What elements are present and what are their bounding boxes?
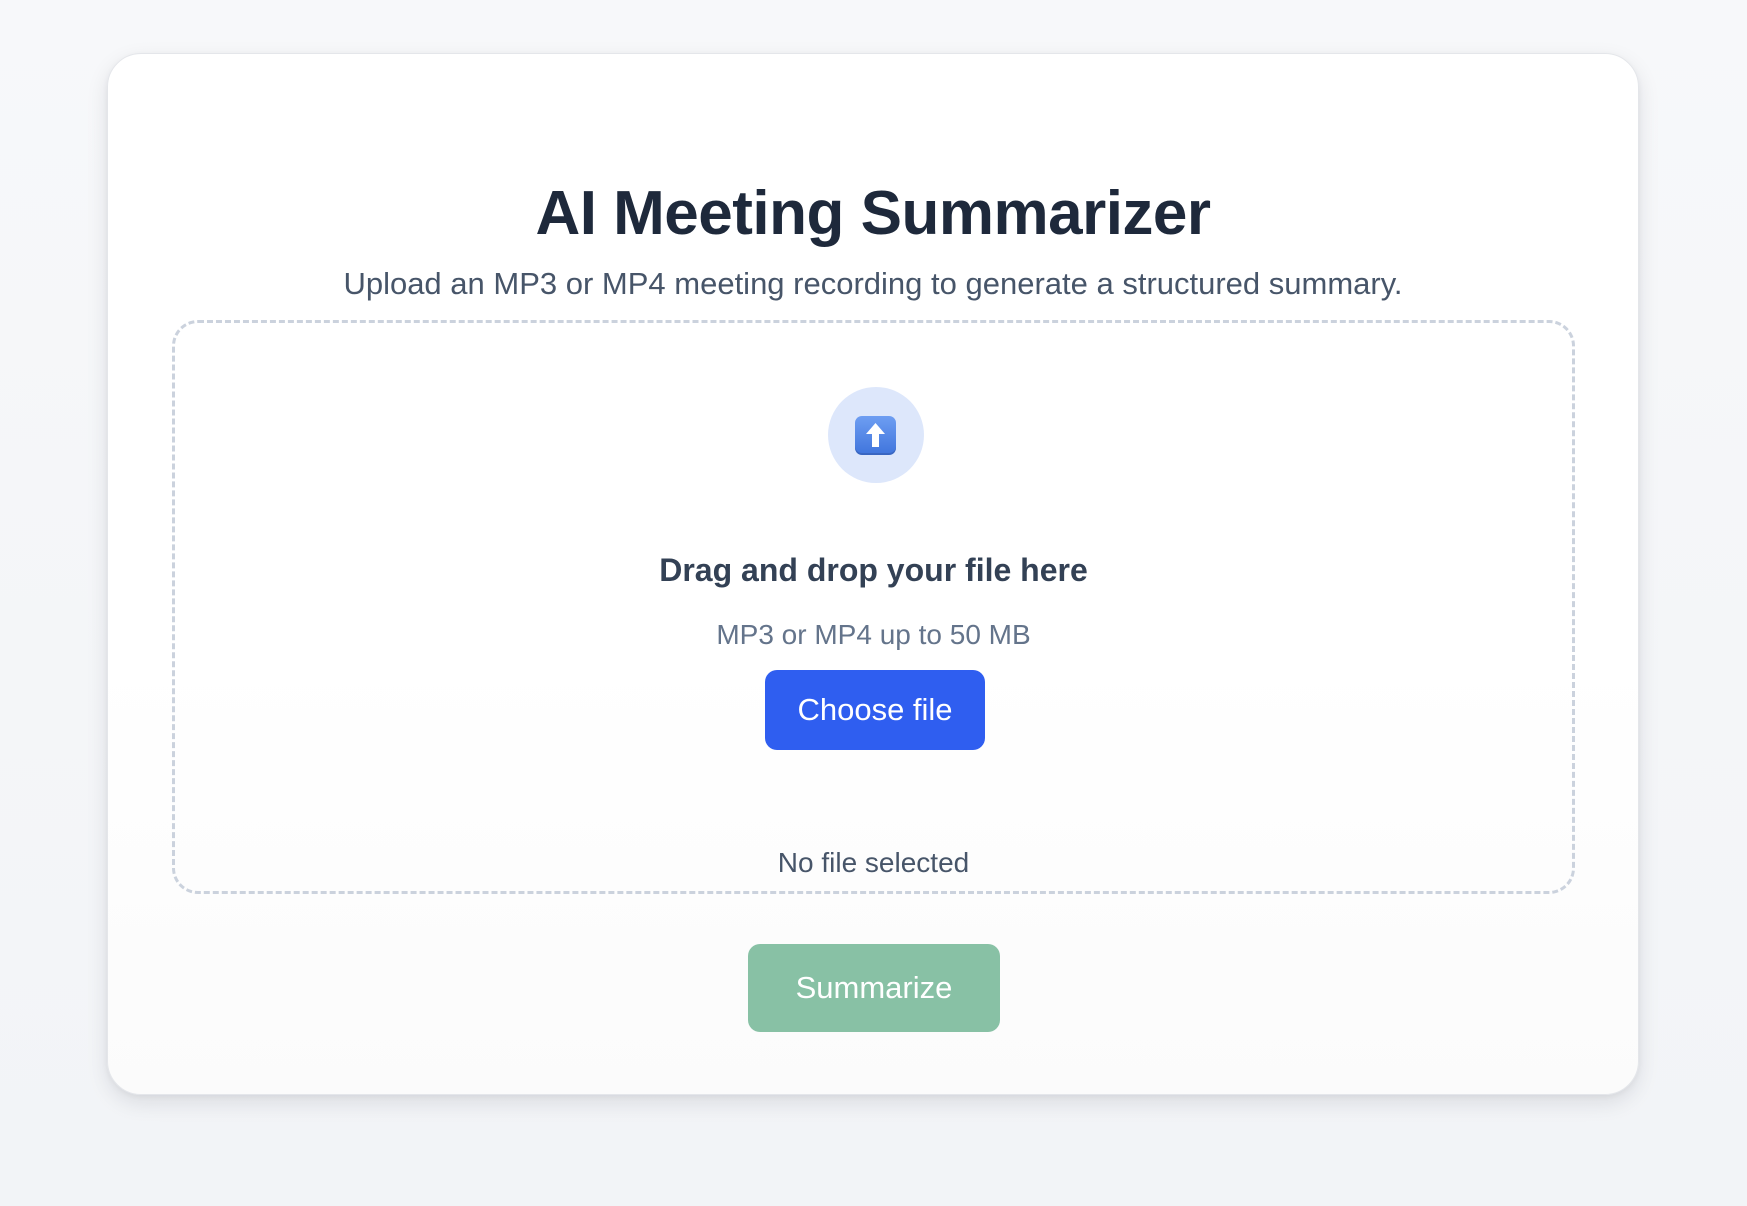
summarizer-card: AI Meeting Summarizer Upload an MP3 or M… bbox=[107, 53, 1639, 1095]
upload-arrow-icon bbox=[855, 416, 896, 455]
dropzone-heading: Drag and drop your file here bbox=[659, 552, 1088, 588]
summarize-button[interactable]: Summarize bbox=[748, 944, 1000, 1032]
upload-icon-badge bbox=[828, 387, 924, 483]
page-title: AI Meeting Summarizer bbox=[535, 179, 1211, 248]
file-dropzone[interactable]: Drag and drop your file here MP3 or MP4 … bbox=[172, 320, 1575, 894]
dropzone-hint: MP3 or MP4 up to 50 MB bbox=[716, 619, 1031, 650]
file-status-text: No file selected bbox=[777, 847, 970, 878]
page-subtitle: Upload an MP3 or MP4 meeting recording t… bbox=[343, 266, 1403, 301]
choose-file-button[interactable]: Choose file bbox=[765, 670, 985, 750]
